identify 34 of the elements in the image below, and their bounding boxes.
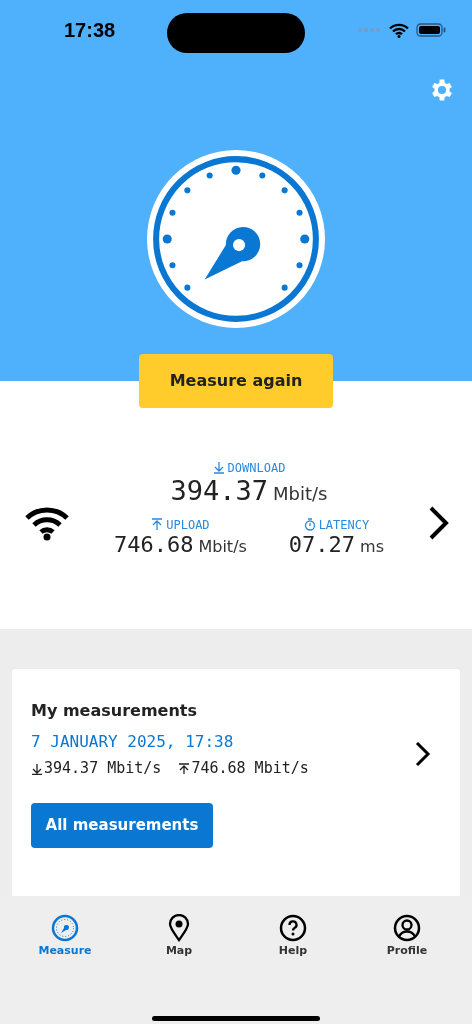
battery-icon: [416, 23, 446, 37]
upload-icon: [178, 760, 191, 775]
stopwatch-icon: [303, 518, 316, 532]
all-measurements-button[interactable]: All measurements: [31, 802, 213, 848]
status-time: 17:38: [64, 18, 116, 42]
profile-icon: [393, 913, 421, 942]
help-icon: [279, 913, 307, 942]
latency-label: LATENCY: [318, 517, 370, 532]
card-title: My measurements: [31, 700, 198, 720]
chevron-right-icon[interactable]: [415, 741, 431, 768]
download-label: DOWNLOAD: [227, 460, 286, 475]
upload-unit: Mbit/s: [198, 536, 247, 556]
upload-label: UPLOAD: [166, 517, 210, 532]
tab[interactable]: Help: [253, 913, 333, 966]
upload-value: 746.68: [113, 531, 194, 557]
download-value: 394.37: [170, 474, 269, 506]
tab[interactable]: Profile: [367, 913, 447, 966]
wifi-icon: [389, 22, 409, 38]
tab[interactable]: Map: [139, 913, 219, 966]
speedometer-icon: [51, 913, 79, 942]
upload-speed: 746.68 Mbit/s: [191, 758, 309, 777]
download-icon: [212, 461, 225, 475]
upload-icon: [151, 518, 164, 532]
map-pin-icon: [168, 913, 190, 942]
tab[interactable]: Measure: [25, 913, 105, 966]
speedometer-icon: [147, 150, 325, 328]
chevron-right-icon[interactable]: [428, 504, 450, 541]
download-speed: 394.37 Mbit/s: [44, 758, 162, 777]
signal-icon: [358, 27, 382, 33]
download-unit: Mbit/s: [273, 482, 328, 504]
measure-again-button[interactable]: Measure again: [139, 353, 333, 408]
latency-unit: ms: [360, 536, 384, 556]
latency-value: 07.27: [288, 531, 356, 557]
measurement-date[interactable]: 7 JANUARY 2025, 17:38: [31, 731, 309, 751]
